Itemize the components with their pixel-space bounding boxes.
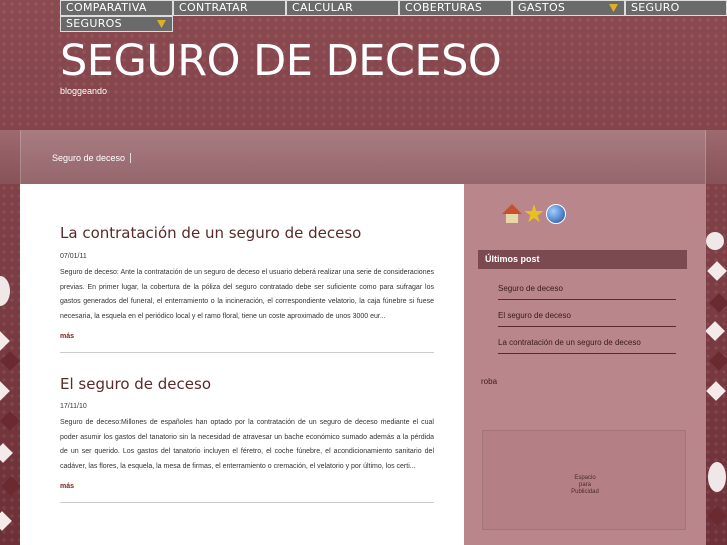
nav-label: COMPARATIVA <box>66 1 147 14</box>
add-favorite-star-icon[interactable] <box>524 204 544 223</box>
decorative-diamond <box>0 511 12 531</box>
site-title[interactable]: SEGURO DE DECESO <box>60 36 502 86</box>
nav-row-2: SEGUROS <box>60 16 727 32</box>
decorative-diamond <box>705 321 725 341</box>
site-description: bloggeando <box>60 86 108 96</box>
decorative-diamond <box>709 351 727 371</box>
decorative-diamond <box>706 381 726 401</box>
nav-label: COBERTURAS <box>405 1 483 14</box>
decorative-circle <box>0 276 10 306</box>
post-title[interactable]: La contratación de un seguro de deceso <box>60 224 434 242</box>
sidebar: Últimos post Seguro de deceso El seguro … <box>464 184 706 545</box>
post-date: 07/01/11 <box>60 253 87 260</box>
recent-post-link[interactable]: La contratación de un seguro de deceso <box>498 334 676 354</box>
nav-item-gastos[interactable]: GASTOS <box>512 0 625 16</box>
decorative-diamond <box>0 443 13 463</box>
ad-text-line: Publicidad <box>571 489 599 495</box>
widget-title: Últimos post <box>478 250 687 269</box>
ad-text-line: para <box>578 482 591 488</box>
read-more-link[interactable]: más <box>60 333 434 340</box>
left-decorative-pattern <box>0 184 21 545</box>
dropdown-arrow-icon <box>609 4 618 12</box>
ad-text: Espacio para Publicidad <box>483 475 687 496</box>
ad-space[interactable]: Espacio para Publicidad <box>482 430 686 530</box>
roba-text: roba <box>481 377 498 386</box>
tab-home[interactable]: Seguro de deceso <box>52 153 132 163</box>
top-navigation: COMPARATIVA CONTRATAR CALCULAR COBERTURA… <box>60 0 727 32</box>
globe-icon[interactable] <box>546 204 566 224</box>
recent-posts-list: Seguro de deceso El seguro de deceso La … <box>498 280 676 361</box>
decorative-diamond <box>707 261 727 281</box>
post-body: Seguro de deceso: Ante la contratación d… <box>60 269 434 320</box>
nav-item-calcular[interactable]: CALCULAR <box>286 0 399 16</box>
dropdown-arrow-icon <box>157 20 166 28</box>
blog-post: La contratación de un seguro de deceso 0… <box>60 224 434 353</box>
nav-label: CONTRATAR <box>179 1 248 14</box>
decorative-diamond <box>0 381 10 401</box>
home-icon[interactable] <box>502 204 522 224</box>
post-date: 17/11/10 <box>60 403 87 410</box>
decorative-diamond <box>1 476 21 496</box>
blog-post: El seguro de deceso 17/11/10 Seguro de d… <box>60 375 434 503</box>
decorative-diamond <box>0 411 20 431</box>
nav-item-comparativa[interactable]: COMPARATIVA <box>60 0 173 16</box>
ad-text-line: Espacio <box>574 475 596 481</box>
decorative-circle <box>708 462 726 492</box>
recent-post-link[interactable]: Seguro de deceso <box>498 280 676 300</box>
nav-item-seguros[interactable]: SEGUROS <box>60 16 173 32</box>
nav-label: SEGUROS <box>66 17 122 30</box>
nav-item-coberturas[interactable]: COBERTURAS <box>399 0 512 16</box>
right-decorative-pattern <box>705 184 727 545</box>
post-title[interactable]: El seguro de deceso <box>60 375 434 393</box>
nav-label: CALCULAR <box>292 1 354 14</box>
nav-label: SEGURO <box>631 1 680 14</box>
main-content: La contratación de un seguro de deceso 0… <box>20 184 464 545</box>
post-body: Seguro de deceso:Millones de españoles h… <box>60 419 434 470</box>
decorative-diamond <box>709 293 727 313</box>
read-more-link[interactable]: más <box>60 483 434 490</box>
nav-label: GASTOS <box>518 1 566 14</box>
recent-post-link[interactable]: El seguro de deceso <box>498 307 676 327</box>
decorative-diamond <box>0 331 10 351</box>
nav-item-contratar[interactable]: CONTRATAR <box>173 0 286 16</box>
nav-item-seguro[interactable]: SEGURO <box>625 0 727 16</box>
nav-row-1: COMPARATIVA CONTRATAR CALCULAR COBERTURA… <box>60 0 727 16</box>
sidebar-icons <box>502 204 566 224</box>
decorative-diamond <box>707 506 727 526</box>
decorative-diamond <box>0 351 20 371</box>
decorative-circle <box>706 232 724 250</box>
